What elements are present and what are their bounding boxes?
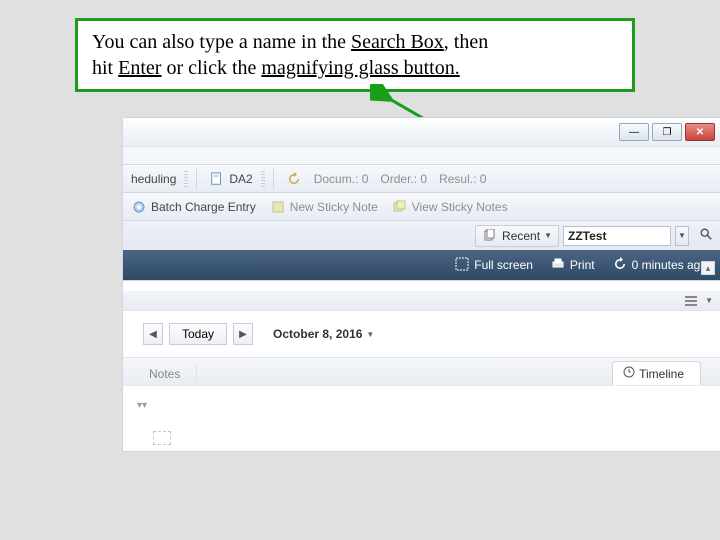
maximize-button[interactable]: ❐ xyxy=(652,123,682,141)
ago-label: 0 minutes ago xyxy=(632,258,707,272)
chevron-down-icon: ▼ xyxy=(544,231,552,240)
refresh-ago-button[interactable]: 0 minutes ago xyxy=(613,257,707,274)
sticky-new-icon xyxy=(270,199,286,215)
below-tabs-area: ▾▾ xyxy=(123,385,720,425)
maximize-icon: ❐ xyxy=(663,127,672,138)
prev-button[interactable]: ◀ xyxy=(143,323,163,345)
view-sticky-button[interactable]: View Sticky Notes xyxy=(388,197,512,217)
clock-icon xyxy=(623,366,635,381)
print-button[interactable]: Print xyxy=(551,257,595,274)
instruction-callout: You can also type a name in the Search B… xyxy=(75,18,635,92)
callout-text-2: , then xyxy=(444,31,488,53)
scroll-up-button[interactable]: ▴ xyxy=(701,261,715,275)
toolbar-row-1: heduling DA2 Docum.: 0 Order.: 0 Resul.:… xyxy=(123,164,720,192)
new-sticky-button[interactable]: New Sticky Note xyxy=(266,197,382,217)
batch-icon xyxy=(131,199,147,215)
recent-label: Recent xyxy=(502,229,540,243)
batch-label: Batch Charge Entry xyxy=(151,200,256,214)
chevron-down-icon: ▼ xyxy=(678,231,686,240)
callout-search-box: Search Box xyxy=(351,31,444,53)
today-label: Today xyxy=(182,327,214,341)
new-sticky-label: New Sticky Note xyxy=(290,200,378,214)
print-icon xyxy=(551,257,565,274)
chevron-down-icon[interactable]: ▼ xyxy=(705,296,713,305)
tab-timeline[interactable]: Timeline xyxy=(612,361,701,385)
fullscreen-icon xyxy=(455,257,469,274)
callout-mag: magnifying glass button. xyxy=(261,57,459,79)
page-icon xyxy=(209,171,225,187)
print-label: Print xyxy=(570,258,595,272)
da2-item[interactable]: DA2 xyxy=(205,169,256,189)
chevron-down-icon: ▼ xyxy=(366,330,374,339)
docum-label: Docum.: 0 xyxy=(314,172,369,186)
order-label: Order.: 0 xyxy=(380,172,427,186)
content-area: ▼ ◀ Today ▶ October 8, 2016 ▼ Notes Time… xyxy=(123,280,720,451)
placeholder-box-icon xyxy=(153,431,171,445)
content-subhead: ▼ xyxy=(123,291,720,311)
spacer xyxy=(123,146,720,164)
callout-text-4: or click the xyxy=(161,57,261,79)
close-icon: ✕ xyxy=(696,127,704,138)
search-dropdown-button[interactable]: ▼ xyxy=(675,226,689,246)
chevron-right-icon: ▶ xyxy=(239,329,247,340)
chevron-left-icon: ◀ xyxy=(149,329,157,340)
order-item[interactable]: Order.: 0 xyxy=(376,170,431,188)
tab-notes[interactable]: Notes xyxy=(139,363,197,385)
grip-icon xyxy=(184,171,188,187)
view-sticky-label: View Sticky Notes xyxy=(412,200,508,214)
titlebar: — ❐ ✕ xyxy=(123,118,720,146)
marker-icon: ▾▾ xyxy=(137,400,147,411)
menu-icon[interactable] xyxy=(685,295,701,307)
fullscreen-label: Full screen xyxy=(474,258,533,272)
date-nav: ◀ Today ▶ October 8, 2016 ▼ xyxy=(123,311,720,357)
next-button[interactable]: ▶ xyxy=(233,323,253,345)
minimize-icon: — xyxy=(629,127,639,138)
minimize-button[interactable]: — xyxy=(619,123,649,141)
date-display[interactable]: October 8, 2016 ▼ xyxy=(273,327,374,341)
callout-text-1: You can also type a name in the xyxy=(92,31,351,53)
recent-button[interactable]: Recent ▼ xyxy=(475,225,559,247)
batch-charge-entry-button[interactable]: Batch Charge Entry xyxy=(127,197,260,217)
refresh-icon xyxy=(286,171,302,187)
search-icon xyxy=(699,227,713,244)
today-button[interactable]: Today xyxy=(169,323,227,345)
search-button[interactable] xyxy=(697,227,715,245)
timeline-tab-label: Timeline xyxy=(639,367,684,381)
sticky-view-icon xyxy=(392,199,408,215)
tabs: Notes Timeline ▴ xyxy=(123,357,720,385)
search-value: ZZTest xyxy=(568,229,606,243)
callout-text-3: hit xyxy=(92,57,118,79)
fullscreen-button[interactable]: Full screen xyxy=(455,257,533,274)
chevron-up-icon: ▴ xyxy=(706,263,711,274)
resul-item[interactable]: Resul.: 0 xyxy=(435,170,490,188)
copy-icon xyxy=(482,228,498,244)
callout-enter: Enter xyxy=(118,57,161,79)
toolbar-row-3: Recent ▼ ZZTest ▼ xyxy=(123,220,720,250)
docum-item[interactable]: Docum.: 0 xyxy=(310,170,373,188)
toolbar-row-2: Batch Charge Entry New Sticky Note View … xyxy=(123,192,720,220)
da2-label: DA2 xyxy=(229,172,252,186)
resul-label: Resul.: 0 xyxy=(439,172,486,186)
grip-icon xyxy=(261,171,265,187)
search-input[interactable]: ZZTest xyxy=(563,226,671,246)
date-text: October 8, 2016 xyxy=(273,327,362,341)
notes-tab-label: Notes xyxy=(149,367,180,381)
scheduling-label: heduling xyxy=(131,172,176,186)
app-window: — ❐ ✕ heduling DA2 Docum.: 0 Order.: 0 R… xyxy=(122,117,720,452)
action-bar: Full screen Print 0 minutes ago xyxy=(123,250,720,280)
reload-icon xyxy=(613,257,627,274)
scheduling-item[interactable]: heduling xyxy=(127,170,180,188)
refresh-item[interactable] xyxy=(282,169,306,189)
close-button[interactable]: ✕ xyxy=(685,123,715,141)
